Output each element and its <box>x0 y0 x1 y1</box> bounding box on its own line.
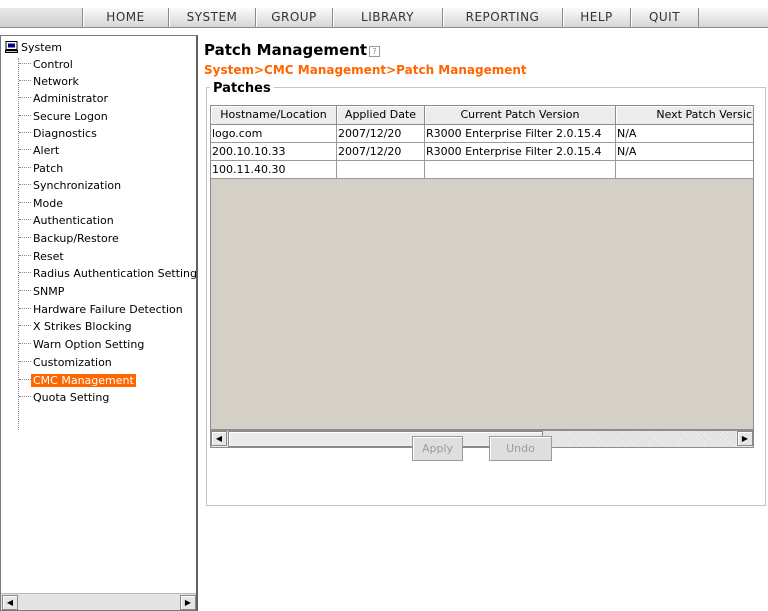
scroll-left-arrow-icon[interactable]: ◀ <box>211 431 227 446</box>
menu-group[interactable]: GROUP <box>255 8 332 27</box>
sidebar-item-reset[interactable]: Reset <box>19 248 66 264</box>
table-cell-hostname: 100.11.40.30 <box>211 161 337 179</box>
page-title-text: Patch Management <box>204 41 368 59</box>
computer-icon <box>5 41 18 53</box>
sidebar-item-x-strikes-blocking[interactable]: X Strikes Blocking <box>19 318 134 334</box>
menu-quit[interactable]: QUIT <box>630 8 698 27</box>
menu-help[interactable]: HELP <box>562 8 630 27</box>
sidebar-item-warn-option-setting[interactable]: Warn Option Setting <box>19 336 146 352</box>
sidebar-item-secure-logon[interactable]: Secure Logon <box>19 108 110 124</box>
menu-bar-left-cap <box>0 8 82 27</box>
scroll-right-arrow-icon[interactable]: ▶ <box>737 431 753 446</box>
sidebar-item-alert[interactable]: Alert <box>19 142 61 158</box>
sidebar-item-network[interactable]: Network <box>19 73 81 89</box>
top-navigation: HOME SYSTEM GROUP LIBRARY REPORTING HELP… <box>0 0 768 34</box>
patches-section-label: Patches <box>210 81 274 96</box>
column-header-next-patch-version[interactable]: Next Patch Versic <box>616 106 753 125</box>
scroll-right-arrow-icon[interactable]: ▶ <box>180 595 196 610</box>
sidebar-item-diagnostics[interactable]: Diagnostics <box>19 125 99 141</box>
sidebar-item-administrator[interactable]: Administrator <box>19 90 110 106</box>
table-cell-applied-date: 2007/12/20 <box>337 143 425 161</box>
sidebar-item-authentication[interactable]: Authentication <box>19 212 116 228</box>
menu-home[interactable]: HOME <box>82 8 168 27</box>
table-header: Hostname/Location Applied Date Current P… <box>211 106 753 125</box>
tree-root-label: System <box>21 41 63 54</box>
help-icon[interactable]: ? <box>369 46 381 57</box>
main-content: Patch Management? System>CMC Management>… <box>200 35 768 611</box>
sidebar-item-mode[interactable]: Mode <box>19 195 65 211</box>
sidebar-horizontal-scrollbar[interactable]: ◀ ▶ <box>1 593 196 610</box>
table-cell-applied-date <box>337 161 425 179</box>
column-header-current-patch-version[interactable]: Current Patch Version <box>425 106 616 125</box>
table-row[interactable]: 200.10.10.33 2007/12/20 R3000 Enterprise… <box>211 143 753 161</box>
page-title: Patch Management? <box>204 41 381 59</box>
table-cell-next-version: N/A <box>616 125 753 143</box>
table-cell-current-version: R3000 Enterprise Filter 2.0.15.4 <box>425 143 616 161</box>
sidebar-item-snmp[interactable]: SNMP <box>19 283 66 299</box>
sidebar-item-cmc-management[interactable]: CMC Management <box>19 372 136 388</box>
breadcrumb: System>CMC Management>Patch Management <box>204 63 527 77</box>
scroll-left-arrow-icon[interactable]: ◀ <box>2 595 18 610</box>
table-horizontal-scrollbar[interactable]: ◀ ▶ <box>210 430 754 448</box>
sidebar-item-hardware-failure-detection[interactable]: Hardware Failure Detection <box>19 301 185 317</box>
table-cell-hostname: 200.10.10.33 <box>211 143 337 161</box>
table-cell-applied-date: 2007/12/20 <box>337 125 425 143</box>
sidebar-tree: System Control Network Administrator Sec… <box>0 35 198 611</box>
sidebar-item-control[interactable]: Control <box>19 56 75 72</box>
menu-system[interactable]: SYSTEM <box>168 8 255 27</box>
sidebar-item-radius-authentication-setting[interactable]: Radius Authentication Setting <box>19 265 196 281</box>
patches-table: Hostname/Location Applied Date Current P… <box>210 105 754 430</box>
table-cell-hostname: logo.com <box>211 125 337 143</box>
apply-button[interactable]: Apply <box>412 436 463 461</box>
menu-bar-right-cap <box>698 8 768 27</box>
sidebar-item-backup-restore[interactable]: Backup/Restore <box>19 230 121 246</box>
sidebar-item-synchronization[interactable]: Synchronization <box>19 177 123 193</box>
tree-root-system[interactable]: System <box>5 40 62 56</box>
sidebar-item-quota-setting[interactable]: Quota Setting <box>19 389 111 405</box>
menu-reporting[interactable]: REPORTING <box>442 8 562 27</box>
undo-button[interactable]: Undo <box>489 436 552 461</box>
column-header-applied-date[interactable]: Applied Date <box>337 106 425 125</box>
table-cell-current-version <box>425 161 616 179</box>
table-row[interactable]: 100.11.40.30 <box>211 161 753 179</box>
column-header-hostname[interactable]: Hostname/Location <box>211 106 337 125</box>
table-cell-next-version: N/A <box>616 143 753 161</box>
menu-library[interactable]: LIBRARY <box>332 8 442 27</box>
table-cell-current-version: R3000 Enterprise Filter 2.0.15.4 <box>425 125 616 143</box>
table-row[interactable]: logo.com 2007/12/20 R3000 Enterprise Fil… <box>211 125 753 143</box>
table-cell-next-version <box>616 161 753 179</box>
sidebar-item-patch[interactable]: Patch <box>19 160 65 176</box>
menu-bar: HOME SYSTEM GROUP LIBRARY REPORTING HELP… <box>0 7 768 28</box>
sidebar-item-customization[interactable]: Customization <box>19 354 114 370</box>
